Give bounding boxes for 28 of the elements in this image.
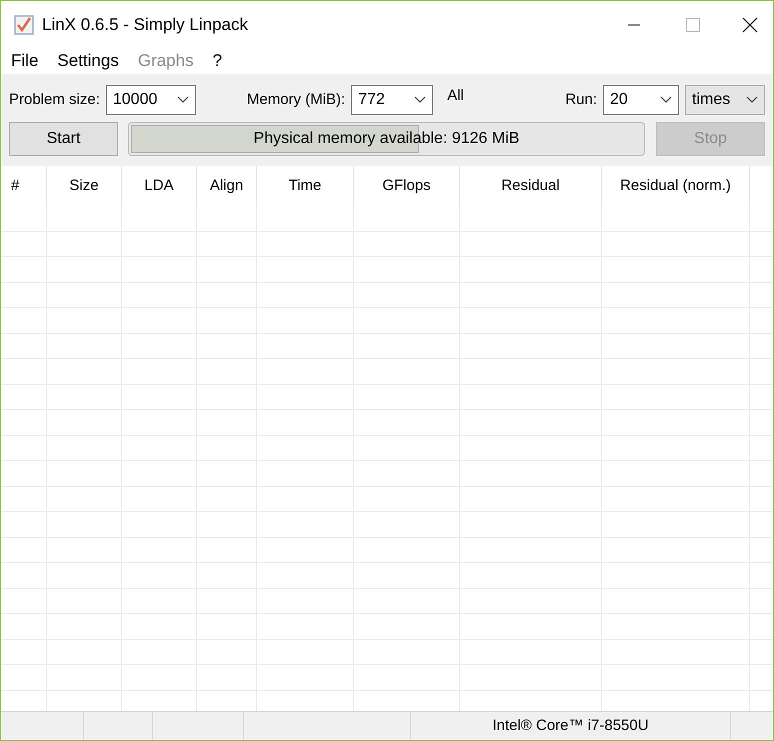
cpu-name: Intel® Core™ i7-8550U <box>492 716 649 736</box>
dropdown[interactable]: 772 <box>351 85 434 115</box>
dropdown[interactable]: 20 <box>603 85 679 115</box>
dropdown[interactable]: 10000 <box>106 85 196 115</box>
dropdown[interactable]: times <box>685 85 765 115</box>
field-label: Memory (MiB): <box>246 90 346 110</box>
chevron-down-icon <box>176 96 189 104</box>
field-label: Run: <box>565 90 597 110</box>
column-header[interactable]: LDA <box>122 166 197 206</box>
column-header[interactable]: # <box>1 166 47 206</box>
menu-item[interactable]: ? <box>212 48 222 74</box>
column-header[interactable]: Time <box>257 166 354 206</box>
window-title: LinX 0.6.5 - Simply Linpack <box>42 14 248 36</box>
menu-item[interactable]: File <box>11 48 38 74</box>
menu-item[interactable]: Settings <box>57 48 119 74</box>
column-header[interactable]: Size <box>47 166 122 206</box>
column-header[interactable]: Align <box>197 166 257 206</box>
checkbox-icon <box>14 14 34 34</box>
chevron-down-icon <box>414 96 426 104</box>
all-label: All <box>447 86 464 106</box>
start-button[interactable]: Start <box>9 122 118 156</box>
chevron-down-icon <box>660 96 672 104</box>
column-header[interactable]: Residual <box>460 166 602 206</box>
column-header[interactable]: Residual (norm.) <box>602 166 750 206</box>
field-label: Problem size: <box>9 90 100 110</box>
progress-text: Physical memory available: 9126 MiB <box>252 128 520 148</box>
chevron-down-icon <box>746 96 758 104</box>
column-header[interactable]: GFlops <box>354 166 460 206</box>
